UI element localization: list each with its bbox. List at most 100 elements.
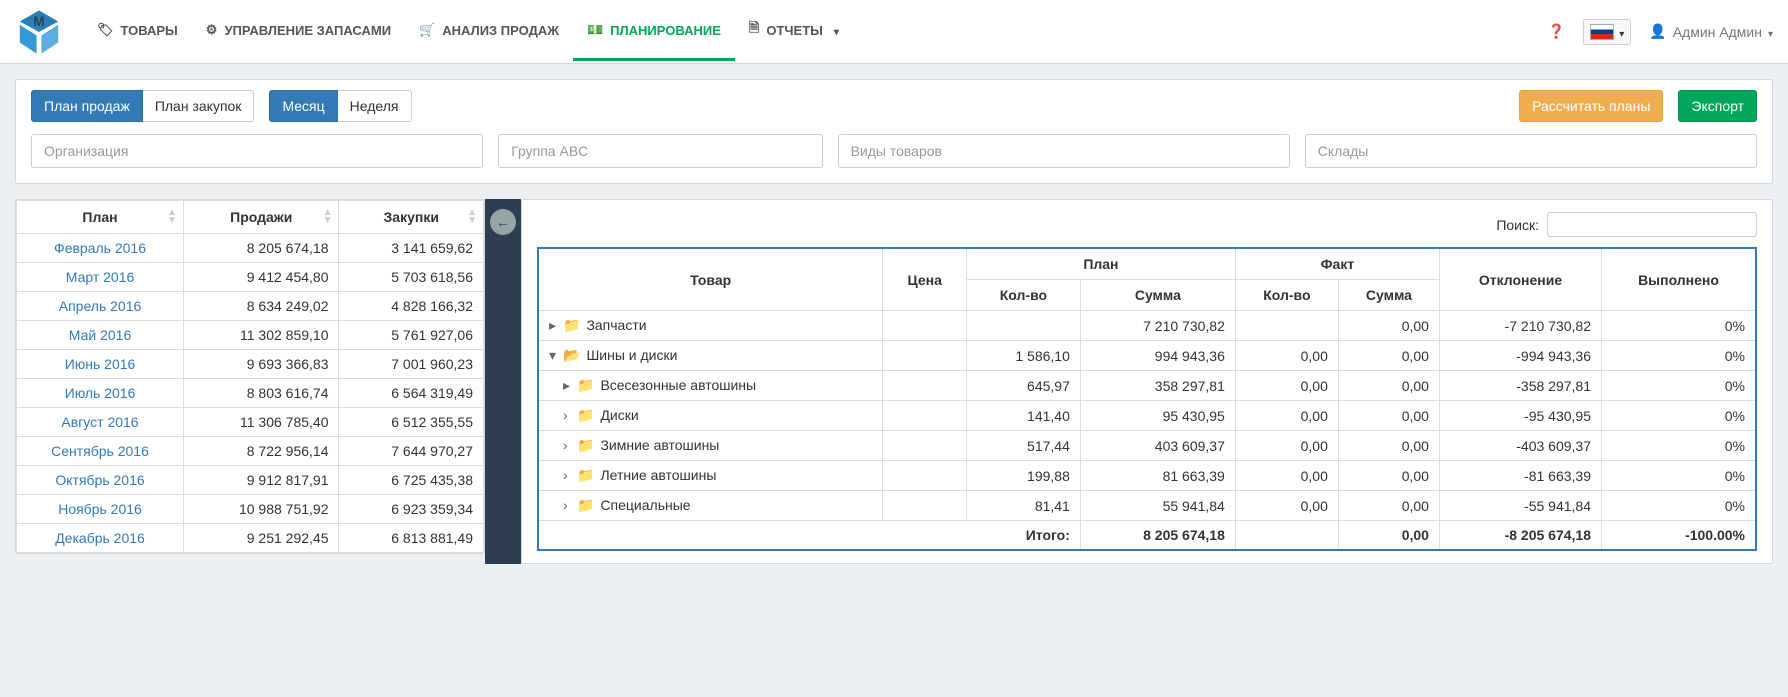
product-types-input[interactable] [838,134,1290,168]
tree-toggle-icon[interactable]: ▾ [549,347,559,364]
purchases-cell: 5 761 927,06 [339,321,484,350]
product-cell[interactable]: ›📁Диски [538,401,883,431]
purchases-cell: 6 564 319,49 [339,379,484,408]
plan-link[interactable]: Май 2016 [17,321,184,350]
user-menu[interactable]: 👤 Админ Админ [1649,23,1773,40]
fact-sum-cell: 0,00 [1338,401,1439,431]
nav-inventory[interactable]: ⚙ УПРАВЛЕНИЕ ЗАПАСАМИ [192,2,405,61]
app-logo[interactable]: M [15,8,63,56]
plan-sum-cell: 81 663,39 [1080,461,1235,491]
table-row: Август 201611 306 785,406 512 355,55 [17,408,484,437]
export-button[interactable]: Экспорт [1678,90,1757,122]
filter-inputs [31,134,1757,168]
folder-icon: 📁 [577,377,594,393]
table-row: Апрель 20168 634 249,024 828 166,32 [17,292,484,321]
plan-link[interactable]: Апрель 2016 [17,292,184,321]
plan-link[interactable]: Март 2016 [17,263,184,292]
col-done: Выполнено [1602,248,1757,311]
organization-input[interactable] [31,134,483,168]
fact-qty-cell: 0,00 [1235,341,1338,371]
search-input[interactable] [1547,212,1757,237]
plan-sum-cell: 994 943,36 [1080,341,1235,371]
purchases-cell: 6 923 359,34 [339,495,484,524]
folder-icon: 📂 [563,347,580,363]
svg-text:M: M [33,14,44,29]
fact-qty-cell: 0,00 [1235,461,1338,491]
plan-link[interactable]: Июль 2016 [17,379,184,408]
done-cell: 0% [1602,371,1757,401]
plan-link[interactable]: Ноябрь 2016 [17,495,184,524]
done-cell: 0% [1602,311,1757,341]
table-row: ›📁Диски141,4095 430,950,000,00-95 430,95… [538,401,1756,431]
col-plan[interactable]: План▲▼ [17,201,184,234]
period-week-button[interactable]: Неделя [338,90,412,122]
abc-group-input[interactable] [498,134,822,168]
calculate-plans-button[interactable]: Рассчитать планы [1519,90,1663,122]
money-icon: 💵 [587,22,603,38]
plan-sum-cell: 55 941,84 [1080,491,1235,521]
price-cell [883,311,967,341]
plan-link[interactable]: Октябрь 2016 [17,466,184,495]
product-name: Шины и диски [586,347,677,363]
product-cell[interactable]: ›📁 Зимние автошины [538,431,883,461]
table-row: Март 20169 412 454,805 703 618,56 [17,263,484,292]
product-cell[interactable]: ▸📁 Всесезонные автошины [538,371,883,401]
col-purchases[interactable]: Закупки▲▼ [339,201,484,234]
done-cell: 0% [1602,461,1757,491]
purchases-cell: 5 703 618,56 [339,263,484,292]
fact-sum-cell: 0,00 [1338,341,1439,371]
tree-toggle-icon[interactable]: ▸ [563,377,573,394]
deviation-cell: -55 941,84 [1439,491,1601,521]
user-name: Админ Админ [1673,24,1762,40]
product-cell[interactable]: ▸📁Запчасти [538,311,883,341]
navbar: M 🏷 ТОВАРЫ ⚙ УПРАВЛЕНИЕ ЗАПАСАМИ 🛒 АНАЛИ… [0,0,1788,64]
chevron-down-icon [1768,24,1773,40]
deviation-cell: -81 663,39 [1439,461,1601,491]
help-icon[interactable]: ❓ [1548,23,1565,40]
warehouses-input[interactable] [1305,134,1757,168]
plan-link[interactable]: Февраль 2016 [17,234,184,263]
nav-reports[interactable]: 🗎 ОТЧЕТЫ [735,0,853,64]
table-row: Февраль 20168 205 674,183 141 659,62 [17,234,484,263]
tree-toggle-icon[interactable]: › [563,467,573,483]
table-row: Май 201611 302 859,105 761 927,06 [17,321,484,350]
plan-purchases-button[interactable]: План закупок [143,90,255,122]
product-name: Зимние автошины [600,437,719,453]
product-name: Всесезонные автошины [600,377,756,393]
fact-sum-cell: 0,00 [1338,431,1439,461]
plan-link[interactable]: Сентябрь 2016 [17,437,184,466]
filter-panel: План продаж План закупок Месяц Неделя Ра… [15,79,1773,184]
tree-toggle-icon[interactable]: › [563,437,573,453]
purchases-cell: 3 141 659,62 [339,234,484,263]
language-selector[interactable] [1583,19,1631,45]
product-cell[interactable]: ▾📂 Шины и диски [538,341,883,371]
folder-icon: 📁 [577,437,594,453]
nav-right: ❓ 👤 Админ Админ [1548,19,1773,45]
collapse-left-button[interactable]: ← [490,209,516,235]
product-name: Летние автошины [600,467,716,483]
col-sales[interactable]: Продажи▲▼ [184,201,339,234]
product-cell[interactable]: ›📁Летние автошины [538,461,883,491]
table-row: Декабрь 20169 251 292,456 813 881,49 [17,524,484,553]
nav-label: ПЛАНИРОВАНИЕ [610,23,721,38]
nav-products[interactable]: 🏷 ТОВАРЫ [83,2,192,61]
tree-toggle-icon[interactable]: › [563,407,573,423]
fact-sum-cell: 0,00 [1338,461,1439,491]
tree-toggle-icon[interactable]: ▸ [549,317,559,334]
product-cell[interactable]: ›📁Специальные [538,491,883,521]
col-price: Цена [883,248,967,311]
plan-link[interactable]: Август 2016 [17,408,184,437]
tree-toggle-icon[interactable]: › [563,497,573,513]
nav-planning[interactable]: 💵 ПЛАНИРОВАНИЕ [573,2,735,61]
plan-link[interactable]: Декабрь 2016 [17,524,184,553]
sales-cell: 8 634 249,02 [184,292,339,321]
nav-label: УПРАВЛЕНИЕ ЗАПАСАМИ [224,23,391,38]
plan-sales-button[interactable]: План продаж [31,90,143,122]
plan-qty-cell: 199,88 [966,461,1080,491]
period-month-button[interactable]: Месяц [269,90,337,122]
sales-cell: 10 988 751,92 [184,495,339,524]
detail-panel: Поиск: Товар Цена План Факт Отклонение В… [521,199,1773,564]
user-icon: 👤 [1649,23,1666,40]
nav-sales-analysis[interactable]: 🛒 АНАЛИЗ ПРОДАЖ [405,2,573,61]
plan-link[interactable]: Июнь 2016 [17,350,184,379]
